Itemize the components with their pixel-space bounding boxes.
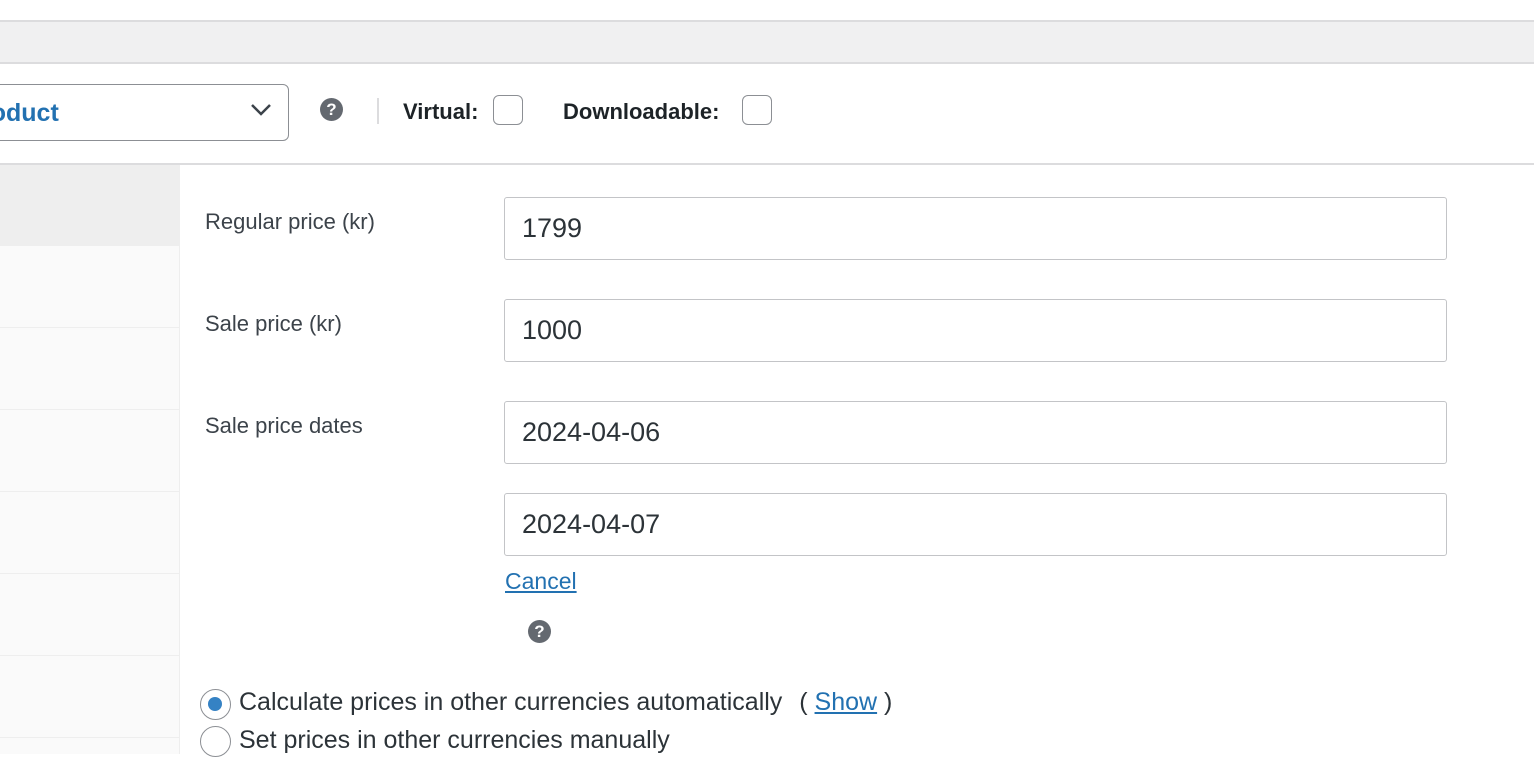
product-type-select[interactable]: roduct: [0, 84, 289, 141]
tab-inventory[interactable]: [0, 247, 179, 328]
downloadable-checkbox[interactable]: [742, 95, 772, 125]
manual-currency-label: Set prices in other currencies manually: [239, 726, 670, 754]
product-type-row: roduct ? Virtual: Downloadable:: [0, 64, 1534, 165]
auto-currency-label: Calculate prices in other currencies aut…: [239, 688, 892, 717]
sale-price-dates-label: Sale price dates: [205, 413, 363, 438]
virtual-label: Virtual:: [403, 99, 479, 124]
separator: [377, 98, 379, 124]
downloadable-label: Downloadable:: [563, 99, 720, 124]
auto-currency-radio[interactable]: [200, 689, 231, 720]
tab-shipping[interactable]: [0, 329, 179, 410]
regular-price-input[interactable]: [504, 197, 1447, 260]
product-data-header: [0, 22, 1534, 64]
product-data-tabs: [0, 165, 180, 754]
open-paren: (: [799, 688, 808, 716]
sale-date-to-input[interactable]: [504, 493, 1447, 556]
auto-currency-text: Calculate prices in other currencies aut…: [239, 688, 783, 716]
manual-currency-radio[interactable]: [200, 726, 231, 757]
virtual-checkbox[interactable]: [493, 95, 523, 125]
show-link[interactable]: Show: [815, 688, 878, 716]
tab-advanced[interactable]: [0, 657, 179, 738]
close-paren: ): [884, 688, 893, 716]
tab-variations[interactable]: [0, 575, 179, 656]
tab-linked-products[interactable]: [0, 411, 179, 492]
top-band: [0, 0, 1534, 22]
cancel-schedule-link[interactable]: Cancel: [505, 568, 577, 595]
tab-general[interactable]: [0, 165, 179, 246]
product-type-value: roduct: [0, 99, 59, 127]
sale-date-from-input[interactable]: [504, 401, 1447, 464]
sale-price-label: Sale price (kr): [205, 311, 342, 336]
chevron-down-icon: [251, 104, 271, 116]
sale-price-input[interactable]: [504, 299, 1447, 362]
help-icon[interactable]: ?: [528, 620, 551, 643]
help-icon[interactable]: ?: [320, 98, 343, 121]
tab-attributes[interactable]: [0, 493, 179, 574]
regular-price-label: Regular price (kr): [205, 209, 375, 234]
